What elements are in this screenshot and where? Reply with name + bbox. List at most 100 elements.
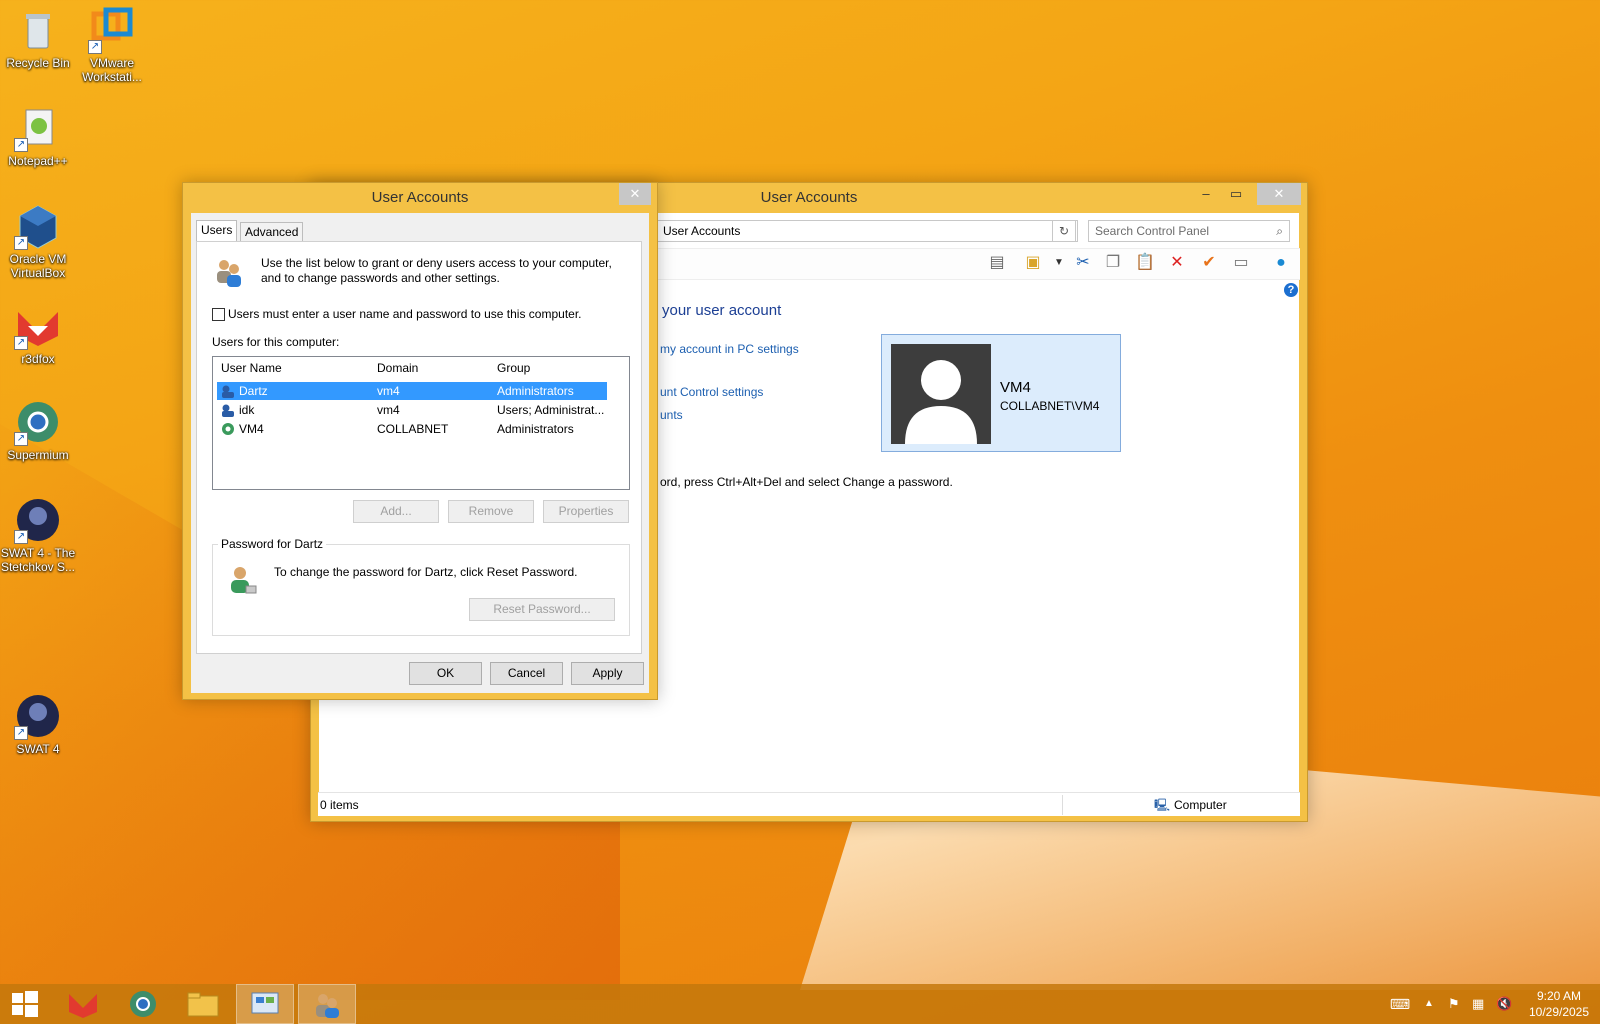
- domain-user-icon: [222, 423, 234, 435]
- search-input[interactable]: Search Control Panel ⌕: [1088, 220, 1290, 242]
- layout-icon[interactable]: ▤: [986, 252, 1008, 274]
- users-list-label: Users for this computer:: [212, 335, 340, 349]
- row-username: idk: [239, 403, 255, 417]
- link-manage-accounts[interactable]: unts: [660, 408, 683, 422]
- address-bar[interactable]: User Accounts ⌄: [656, 220, 1078, 242]
- action-center-icon[interactable]: ⚑: [1448, 984, 1460, 1024]
- volume-muted-icon[interactable]: 🔇: [1496, 984, 1512, 1024]
- table-row[interactable]: VM4 COLLABNET Administrators: [217, 420, 607, 438]
- row-username: VM4: [239, 422, 264, 436]
- desktop-icon-swat4-stetchkov[interactable]: ↗ SWAT 4 - The Stetchkov S...: [0, 496, 76, 574]
- users-icon: [212, 256, 244, 288]
- column-header-domain[interactable]: Domain: [377, 357, 418, 379]
- clock-time: 9:20 AM: [1536, 989, 1582, 1003]
- user-account: COLLABNET\VM4: [1000, 399, 1100, 413]
- paste-icon[interactable]: 📋: [1134, 252, 1156, 274]
- dialog-title: User Accounts: [371, 189, 469, 206]
- item-count: 0 items: [320, 798, 359, 812]
- add-user-button[interactable]: Add...: [353, 500, 439, 523]
- maximize-button[interactable]: ▭: [1221, 183, 1251, 205]
- link-pc-settings[interactable]: my account in PC settings: [660, 342, 799, 356]
- rename-icon[interactable]: ▭: [1230, 252, 1252, 274]
- row-domain: vm4: [377, 403, 400, 417]
- vmware-icon: ↗: [88, 6, 136, 54]
- clock[interactable]: 9:20 AM 10/29/2025: [1522, 988, 1596, 1020]
- link-uac-settings[interactable]: unt Control settings: [660, 385, 763, 399]
- table-row[interactable]: idk vm4 Users; Administrat...: [217, 401, 607, 419]
- delete-icon[interactable]: ✕: [1166, 252, 1188, 274]
- desktop-icon-recycle-bin[interactable]: Recycle Bin: [0, 6, 76, 70]
- close-button[interactable]: ✕: [1257, 183, 1301, 205]
- page-heading: your user account: [662, 302, 782, 319]
- notepad-plus-plus-icon: ↗: [14, 104, 62, 152]
- organize-icon[interactable]: ▣: [1022, 252, 1044, 274]
- search-icon: ⌕: [1276, 224, 1283, 238]
- taskbar-r3dfox[interactable]: [54, 984, 112, 1024]
- start-button[interactable]: [0, 984, 50, 1024]
- swat4-icon: ↗: [14, 692, 62, 740]
- row-group: Administrators: [497, 384, 574, 398]
- cancel-button[interactable]: Cancel: [490, 662, 563, 685]
- column-header-username[interactable]: User Name: [221, 357, 282, 379]
- desktop-icon-vmware[interactable]: ↗ VMware Workstati...: [74, 6, 150, 84]
- r3dfox-icon: [69, 994, 97, 1018]
- windows-logo-icon: [12, 991, 38, 1017]
- dialog-close-button[interactable]: ✕: [619, 183, 651, 205]
- password-groupbox: [212, 544, 630, 636]
- network-icon[interactable]: ▦: [1472, 984, 1484, 1024]
- apply-button[interactable]: Apply: [571, 662, 644, 685]
- folder-icon: [187, 992, 219, 1017]
- virtualbox-icon: ↗: [14, 202, 62, 250]
- refresh-button[interactable]: ↻: [1052, 220, 1076, 242]
- table-row[interactable]: Dartz vm4 Administrators: [217, 382, 607, 400]
- row-username: Dartz: [239, 384, 268, 398]
- password-text: To change the password for Dartz, click …: [274, 565, 578, 579]
- intro-text: Use the list below to grant or deny user…: [261, 256, 612, 285]
- desktop-icon-r3dfox[interactable]: ↗ r3dfox: [0, 302, 76, 366]
- user-icon: [222, 404, 234, 417]
- computer-icon: 🖳: [1154, 798, 1171, 812]
- reset-password-button[interactable]: Reset Password...: [469, 598, 615, 621]
- password-user-icon: [226, 564, 258, 596]
- desktop-icon-supermium[interactable]: ↗ Supermium: [0, 398, 76, 462]
- divider: [1062, 795, 1063, 815]
- chevron-down-icon[interactable]: ▼: [1048, 252, 1070, 274]
- taskbar-control-panel[interactable]: [236, 984, 294, 1024]
- users-icon: [316, 994, 339, 1018]
- row-group: Administrators: [497, 422, 574, 436]
- status-bar: 0 items 🖳 Computer: [318, 792, 1300, 816]
- recycle-bin-icon: [14, 6, 62, 54]
- copy-icon[interactable]: ❐: [1102, 252, 1124, 274]
- user-icon: [222, 385, 234, 398]
- checkmark-icon[interactable]: ✔: [1198, 252, 1220, 274]
- r3dfox-icon: ↗: [14, 302, 62, 350]
- taskbar-supermium[interactable]: [114, 984, 172, 1024]
- row-domain: COLLABNET: [377, 422, 449, 436]
- password-group-title: Password for Dartz: [218, 537, 327, 551]
- require-password-checkbox[interactable]: [212, 308, 225, 321]
- desktop-icon-notepad-plus-plus[interactable]: ↗ Notepad++: [0, 104, 76, 168]
- clock-date: 10/29/2025: [1528, 1005, 1590, 1019]
- ok-button[interactable]: OK: [409, 662, 482, 685]
- show-hidden-icons[interactable]: ▲: [1424, 984, 1434, 1024]
- column-header-group[interactable]: Group: [497, 357, 530, 379]
- control-panel-icon: [251, 992, 279, 1014]
- desktop-icon-virtualbox[interactable]: ↗ Oracle VM VirtualBox: [0, 202, 76, 280]
- properties-button[interactable]: Properties: [543, 500, 629, 523]
- remove-user-button[interactable]: Remove: [448, 500, 534, 523]
- help-icon[interactable]: ?: [1284, 283, 1298, 297]
- require-password-label[interactable]: Users must enter a user name and passwor…: [228, 307, 582, 321]
- user-name: VM4: [1000, 379, 1031, 396]
- tab-advanced[interactable]: Advanced: [240, 222, 304, 242]
- users-list[interactable]: User Name Domain Group Dartz vm4 Adminis…: [212, 356, 630, 490]
- keyboard-icon[interactable]: ⌨: [1384, 984, 1416, 1024]
- taskbar-user-accounts[interactable]: [298, 984, 356, 1024]
- minimize-button[interactable]: ‒: [1191, 183, 1221, 205]
- user-card[interactable]: VM4 COLLABNET\VM4: [881, 334, 1121, 452]
- taskbar-file-explorer[interactable]: [174, 984, 232, 1024]
- avatar: [891, 344, 991, 444]
- cut-icon[interactable]: ✂: [1072, 252, 1094, 274]
- tab-users[interactable]: Users: [196, 220, 238, 242]
- desktop-icon-swat4[interactable]: ↗ SWAT 4: [0, 692, 76, 756]
- globe-icon[interactable]: ●: [1270, 252, 1292, 274]
